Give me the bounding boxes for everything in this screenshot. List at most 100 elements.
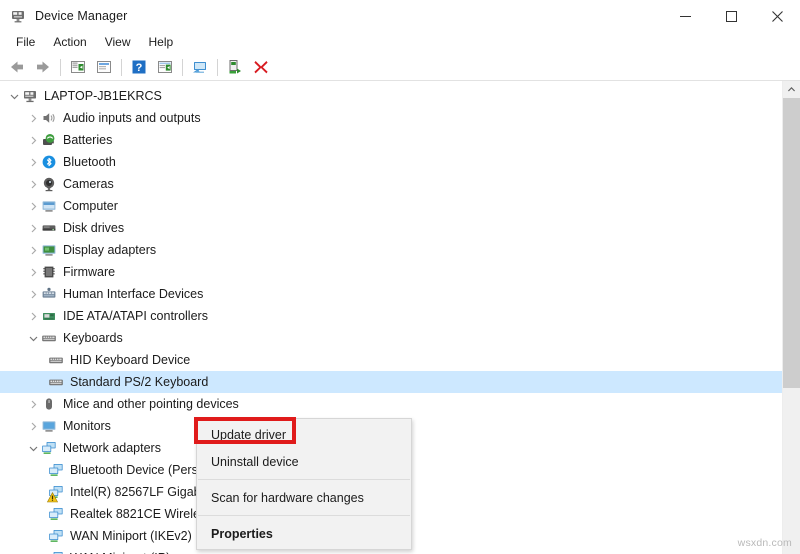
context-menu[interactable]: Update driver Uninstall device Scan for …	[196, 418, 412, 550]
scan-button[interactable]	[152, 56, 178, 78]
toolbar-separator	[121, 58, 122, 76]
show-hidden-devices-button[interactable]	[65, 56, 91, 78]
speaker-icon	[41, 110, 57, 126]
battery-icon	[41, 132, 57, 148]
tree-row-label: Monitors	[63, 419, 111, 433]
minimize-button[interactable]	[662, 0, 708, 32]
ide-controller-icon	[41, 308, 57, 324]
tree-row-label: HID Keyboard Device	[70, 353, 191, 367]
ctx-properties[interactable]: Properties	[197, 520, 411, 547]
menu-file[interactable]: File	[7, 33, 44, 53]
chevron-right-icon[interactable]	[25, 261, 41, 283]
disk-drive-icon	[41, 220, 57, 236]
context-menu-separator	[198, 479, 410, 480]
chevron-down-icon[interactable]	[25, 327, 41, 349]
tree-row-label: IDE ATA/ATAPI controllers	[63, 309, 208, 323]
menu-view[interactable]: View	[96, 33, 140, 53]
tree-row-label: Display adapters	[63, 243, 157, 257]
maximize-button[interactable]	[708, 0, 754, 32]
chevron-right-icon[interactable]	[25, 305, 41, 327]
tree-row-standard-ps2-keyboard[interactable]: Standard PS/2 Keyboard	[0, 371, 783, 393]
network-adapter-icon	[48, 528, 64, 544]
toolbar-separator	[182, 58, 183, 76]
chevron-right-icon[interactable]	[25, 151, 41, 173]
computer-root-icon	[22, 88, 38, 104]
tree-row-label: WAN Miniport (IP)	[70, 550, 170, 554]
computer-icon	[41, 198, 57, 214]
menu-help[interactable]: Help	[140, 33, 183, 53]
tree-row-label: Keyboards	[63, 331, 123, 345]
tree-row-audio-inputs-and-outputs[interactable]: Audio inputs and outputs	[0, 107, 783, 129]
tree-row-label: Bluetooth	[63, 155, 116, 169]
uninstall-device-button[interactable]	[248, 56, 274, 78]
chevron-right-icon[interactable]	[25, 107, 41, 129]
network-adapter-icon	[41, 440, 57, 456]
network-adapter-icon	[48, 462, 64, 478]
mouse-icon	[41, 396, 57, 412]
tree-row-label: Standard PS/2 Keyboard	[70, 375, 209, 389]
back-button[interactable]	[4, 56, 30, 78]
tree-row-display-adapters[interactable]: Display adapters	[0, 239, 783, 261]
chevron-right-icon[interactable]	[25, 393, 41, 415]
scrollbar-thumb[interactable]	[783, 98, 800, 388]
tree-row-keyboards[interactable]: Keyboards	[0, 327, 783, 349]
tree-row-firmware[interactable]: Firmware	[0, 261, 783, 283]
scroll-up-button[interactable]	[783, 81, 800, 98]
chevron-right-icon[interactable]	[25, 173, 41, 195]
tree-row-label: Network adapters	[63, 441, 161, 455]
tree-row-root[interactable]: LAPTOP-JB1EKRCS	[0, 85, 783, 107]
window-title: Device Manager	[35, 9, 128, 23]
keyboard-icon	[41, 330, 57, 346]
menu-bar: File Action View Help	[0, 32, 800, 54]
tree-row-mice-and-other-pointing-devices[interactable]: Mice and other pointing devices	[0, 393, 783, 415]
forward-button[interactable]	[30, 56, 56, 78]
update-driver-button[interactable]	[187, 56, 213, 78]
disable-device-button[interactable]	[222, 56, 248, 78]
close-button[interactable]	[754, 0, 800, 32]
tree-row-label: WAN Miniport (IKEv2)	[70, 529, 192, 543]
context-menu-separator	[198, 515, 410, 516]
tree-row-bluetooth[interactable]: Bluetooth	[0, 151, 783, 173]
keyboard-icon	[48, 374, 64, 390]
toolbar-separator	[60, 58, 61, 76]
tree-row-cameras[interactable]: Cameras	[0, 173, 783, 195]
monitor-icon	[41, 418, 57, 434]
chevron-right-icon[interactable]	[25, 415, 41, 437]
tree-row-batteries[interactable]: Batteries	[0, 129, 783, 151]
chevron-right-icon[interactable]	[25, 239, 41, 261]
ctx-update-driver[interactable]: Update driver	[197, 421, 411, 448]
chevron-right-icon[interactable]	[25, 283, 41, 305]
vertical-scrollbar[interactable]	[782, 81, 800, 554]
tree-row-disk-drives[interactable]: Disk drives	[0, 217, 783, 239]
tree-row-label: Cameras	[63, 177, 114, 191]
tree-row-label: Human Interface Devices	[63, 287, 204, 301]
caption-button-group	[662, 0, 800, 32]
properties-button[interactable]	[91, 56, 117, 78]
display-adapter-icon	[41, 242, 57, 258]
svg-text:?: ?	[136, 62, 143, 74]
chevron-right-icon[interactable]	[25, 217, 41, 239]
ctx-scan-hardware-changes[interactable]: Scan for hardware changes	[197, 484, 411, 511]
tree-row-computer[interactable]: Computer	[0, 195, 783, 217]
ctx-uninstall-device[interactable]: Uninstall device	[197, 448, 411, 475]
menu-action[interactable]: Action	[44, 33, 95, 53]
warning-triangle-icon	[46, 490, 59, 503]
title-bar: Device Manager	[0, 0, 800, 32]
chevron-right-icon[interactable]	[25, 195, 41, 217]
tree-row-hid-keyboard-device[interactable]: HID Keyboard Device	[0, 349, 783, 371]
tree-row-human-interface-devices[interactable]: Human Interface Devices	[0, 283, 783, 305]
network-adapter-icon	[48, 506, 64, 522]
toolbar: ?	[0, 54, 800, 81]
device-manager-icon	[10, 8, 26, 24]
tree-row-label: Audio inputs and outputs	[63, 111, 201, 125]
help-button[interactable]: ?	[126, 56, 152, 78]
chevron-right-icon[interactable]	[25, 129, 41, 151]
tree-row-ide-ata-atapi-controllers[interactable]: IDE ATA/ATAPI controllers	[0, 305, 783, 327]
tree-row-label: Mice and other pointing devices	[63, 397, 239, 411]
chevron-down-icon[interactable]	[25, 437, 41, 459]
firmware-icon	[41, 264, 57, 280]
watermark: wsxdn.com	[737, 537, 792, 549]
network-adapter-icon	[46, 484, 64, 503]
tree-row-label: Computer	[63, 199, 118, 213]
chevron-down-icon[interactable]	[6, 85, 22, 107]
